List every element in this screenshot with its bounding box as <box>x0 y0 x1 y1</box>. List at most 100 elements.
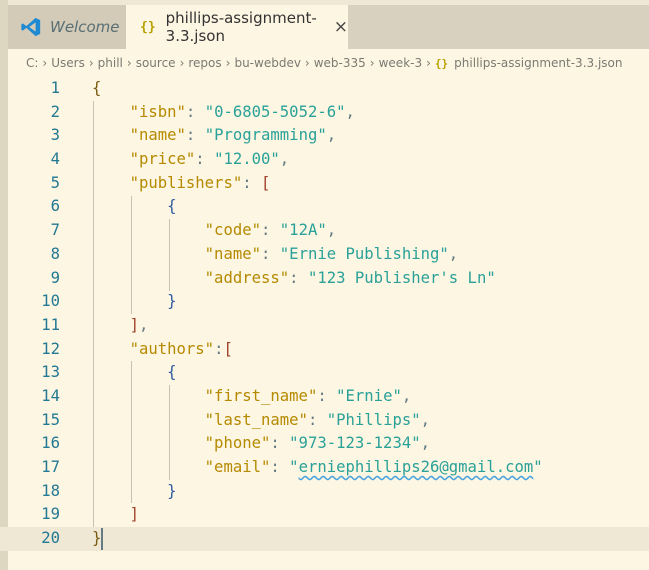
json-key: "authors" <box>129 339 215 358</box>
breadcrumb-item[interactable]: repos <box>188 56 221 70</box>
line-number: 14 <box>41 386 60 405</box>
code-content: "authors":[ <box>92 338 233 362</box>
punctuation: , <box>326 126 337 145</box>
code-line[interactable]: 4 "price": "12.00", <box>0 148 649 172</box>
close-icon[interactable]: × <box>334 17 348 37</box>
line-number: 12 <box>41 339 60 358</box>
json-string: " <box>533 458 543 476</box>
json-key: "email" <box>204 458 271 476</box>
line-number: 11 <box>41 315 60 334</box>
bracket: ] <box>129 315 139 334</box>
line-number: 10 <box>41 292 60 311</box>
bracket: [ <box>223 339 233 358</box>
breadcrumb-item[interactable]: C: <box>26 56 38 70</box>
line-number: 3 <box>50 126 60 145</box>
breadcrumb-item[interactable]: week-3 <box>379 56 423 70</box>
punctuation <box>92 458 205 476</box>
code-content: "name": "Ernie Publishing", <box>92 243 459 267</box>
breadcrumb-item[interactable]: Users <box>51 56 85 70</box>
code-line[interactable]: 9 "address": "123 Publisher's Ln" <box>0 267 649 291</box>
json-key: "last_name" <box>204 410 308 429</box>
punctuation: : <box>270 434 290 453</box>
code-content: } <box>92 290 177 314</box>
json-string: "Ernie" <box>336 386 402 405</box>
code-content: } <box>92 527 101 551</box>
punctuation <box>92 174 130 192</box>
code-line[interactable]: 6 { <box>0 195 649 219</box>
code-line[interactable]: 12 "authors":[ <box>0 338 649 362</box>
breadcrumb: C: › Users › phill › source › repos › bu-webdev › we… <box>26 52 623 74</box>
tab-json-file[interactable]: {} phillips-assignment-3.3.json × <box>126 5 348 49</box>
json-icon: {} <box>434 56 449 70</box>
punctuation: , <box>420 434 430 453</box>
bracket: } <box>167 292 177 311</box>
code-content: "name": "Programming", <box>92 124 337 148</box>
code-line[interactable]: 18 } <box>0 480 649 504</box>
code-content: } <box>92 480 176 504</box>
punctuation <box>92 126 130 144</box>
code-line[interactable]: 15 "last_name": "Phillips", <box>0 409 649 433</box>
line-number: 17 <box>41 458 60 476</box>
punctuation <box>92 316 130 334</box>
code-editor[interactable]: 1{2 "isbn": "0-6805-5052-6", 3 "name": "P… <box>0 77 649 551</box>
code-line[interactable]: 19 ] <box>0 503 649 527</box>
code-line[interactable]: 8 "name": "Ernie Publishing", <box>0 243 649 267</box>
line-number: 20 <box>41 529 60 548</box>
punctuation: , <box>448 244 459 263</box>
breadcrumb-item[interactable]: phill <box>98 56 123 70</box>
code-line[interactable]: 16 "phone": "973-123-1234", <box>0 432 649 456</box>
chevron-right-icon: › <box>42 56 48 70</box>
code-line[interactable]: 14 "first_name": "Ernie", <box>0 385 649 409</box>
punctuation: : <box>317 386 337 405</box>
code-line[interactable]: 10 } <box>0 290 649 314</box>
code-line[interactable]: 3 "name": "Programming", <box>0 124 649 148</box>
breadcrumb-item[interactable]: bu-webdev <box>234 56 300 70</box>
line-number: 19 <box>41 505 60 524</box>
code-content: "address": "123 Publisher's Ln" <box>92 267 496 291</box>
code-content: "first_name": "Ernie", <box>92 385 412 409</box>
json-string: "123 Publisher's Ln" <box>307 268 496 287</box>
code-line[interactable]: 7 "code": "12A", <box>0 219 649 243</box>
punctuation: , <box>420 410 431 429</box>
bracket: } <box>92 529 102 548</box>
code-content: "code": "12A", <box>92 219 336 243</box>
code-line[interactable]: 13 { <box>0 361 649 385</box>
code-line[interactable]: 17 "email": "erniephillips26@gmail.com" <box>0 456 649 480</box>
json-key: "name" <box>204 244 262 263</box>
chevron-right-icon: › <box>88 56 94 70</box>
breadcrumb-file[interactable]: phillips-assignment-3.3.json <box>454 56 622 70</box>
json-key: "isbn" <box>129 102 186 121</box>
code-line[interactable]: 5 "publishers": [ <box>0 172 649 196</box>
punctuation <box>92 363 167 381</box>
punctuation: : <box>185 102 205 121</box>
code-content: { <box>92 195 176 219</box>
punctuation <box>92 411 205 429</box>
punctuation <box>92 221 205 239</box>
punctuation: , <box>138 315 149 334</box>
line-number: 9 <box>50 268 60 287</box>
code-content: "publishers": [ <box>92 172 271 196</box>
code-line[interactable]: 1{ <box>0 77 649 101</box>
chevron-right-icon: › <box>225 56 231 70</box>
breadcrumb-item[interactable]: web-335 <box>314 56 366 70</box>
json-icon: {} <box>140 19 156 35</box>
code-content: "last_name": "Phillips", <box>92 409 430 433</box>
punctuation <box>92 340 130 358</box>
tab-welcome[interactable]: Welcome <box>8 5 126 49</box>
json-key: "code" <box>204 221 262 240</box>
punctuation <box>92 269 205 287</box>
json-key: "phone" <box>204 434 271 453</box>
punctuation: : <box>242 173 262 192</box>
punctuation: , <box>279 150 290 169</box>
code-line[interactable]: 11 ], <box>0 314 649 338</box>
breadcrumb-item[interactable]: source <box>136 56 176 70</box>
json-string: "Ernie Publishing" <box>279 244 449 263</box>
code-line[interactable]: 20} <box>0 527 649 551</box>
bracket: { <box>92 79 102 97</box>
code-line[interactable]: 2 "isbn": "0-6805-5052-6", <box>0 101 649 125</box>
code-content: ], <box>92 314 149 338</box>
json-key: "first_name" <box>204 386 318 405</box>
json-key: "publishers" <box>129 173 243 192</box>
chevron-right-icon: › <box>426 56 431 70</box>
json-key: "price" <box>129 150 196 169</box>
